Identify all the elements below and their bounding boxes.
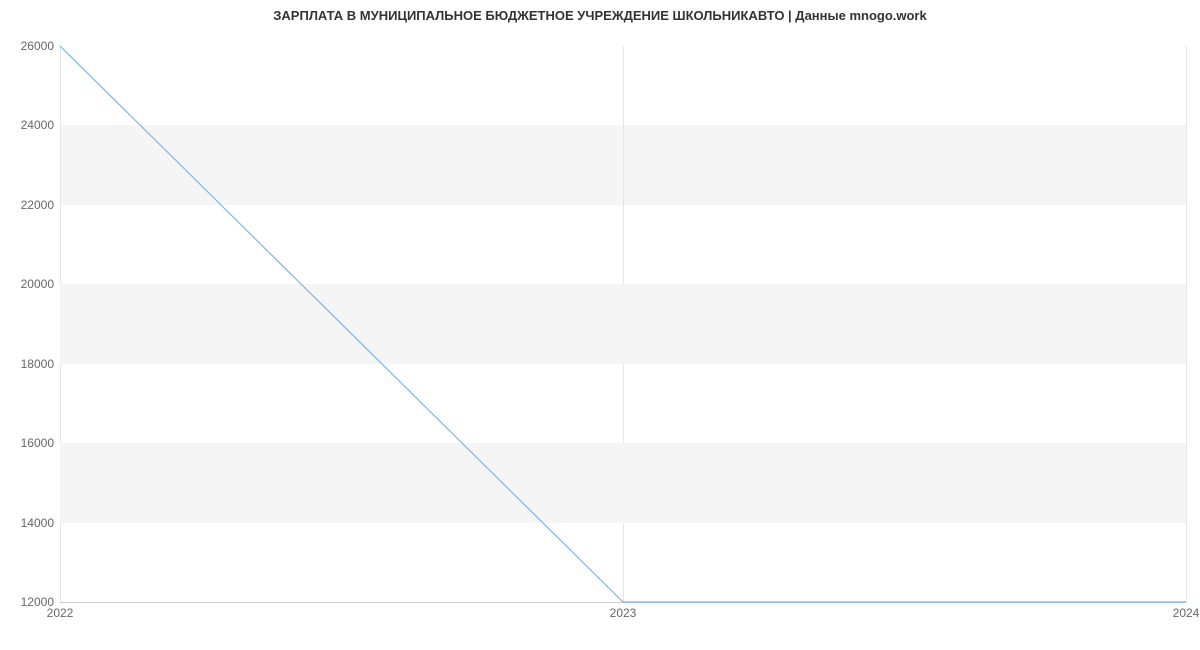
x-tick-label: 2022: [47, 606, 74, 620]
salary-chart: ЗАРПЛАТА В МУНИЦИПАЛЬНОЕ БЮДЖЕТНОЕ УЧРЕЖ…: [0, 0, 1200, 650]
x-tick-label: 2023: [610, 606, 637, 620]
y-tick-label: 24000: [4, 118, 54, 132]
line-layer: [60, 46, 1186, 602]
chart-title: ЗАРПЛАТА В МУНИЦИПАЛЬНОЕ БЮДЖЕТНОЕ УЧРЕЖ…: [0, 8, 1200, 23]
y-tick-label: 14000: [4, 516, 54, 530]
y-tick-label: 16000: [4, 436, 54, 450]
y-tick-label: 26000: [4, 39, 54, 53]
grid-vertical: [1186, 46, 1187, 602]
y-tick-label: 20000: [4, 277, 54, 291]
plot-area: [60, 46, 1186, 603]
y-tick-label: 22000: [4, 198, 54, 212]
x-tick-label: 2024: [1173, 606, 1200, 620]
series-line: [60, 46, 1186, 602]
y-tick-label: 18000: [4, 357, 54, 371]
